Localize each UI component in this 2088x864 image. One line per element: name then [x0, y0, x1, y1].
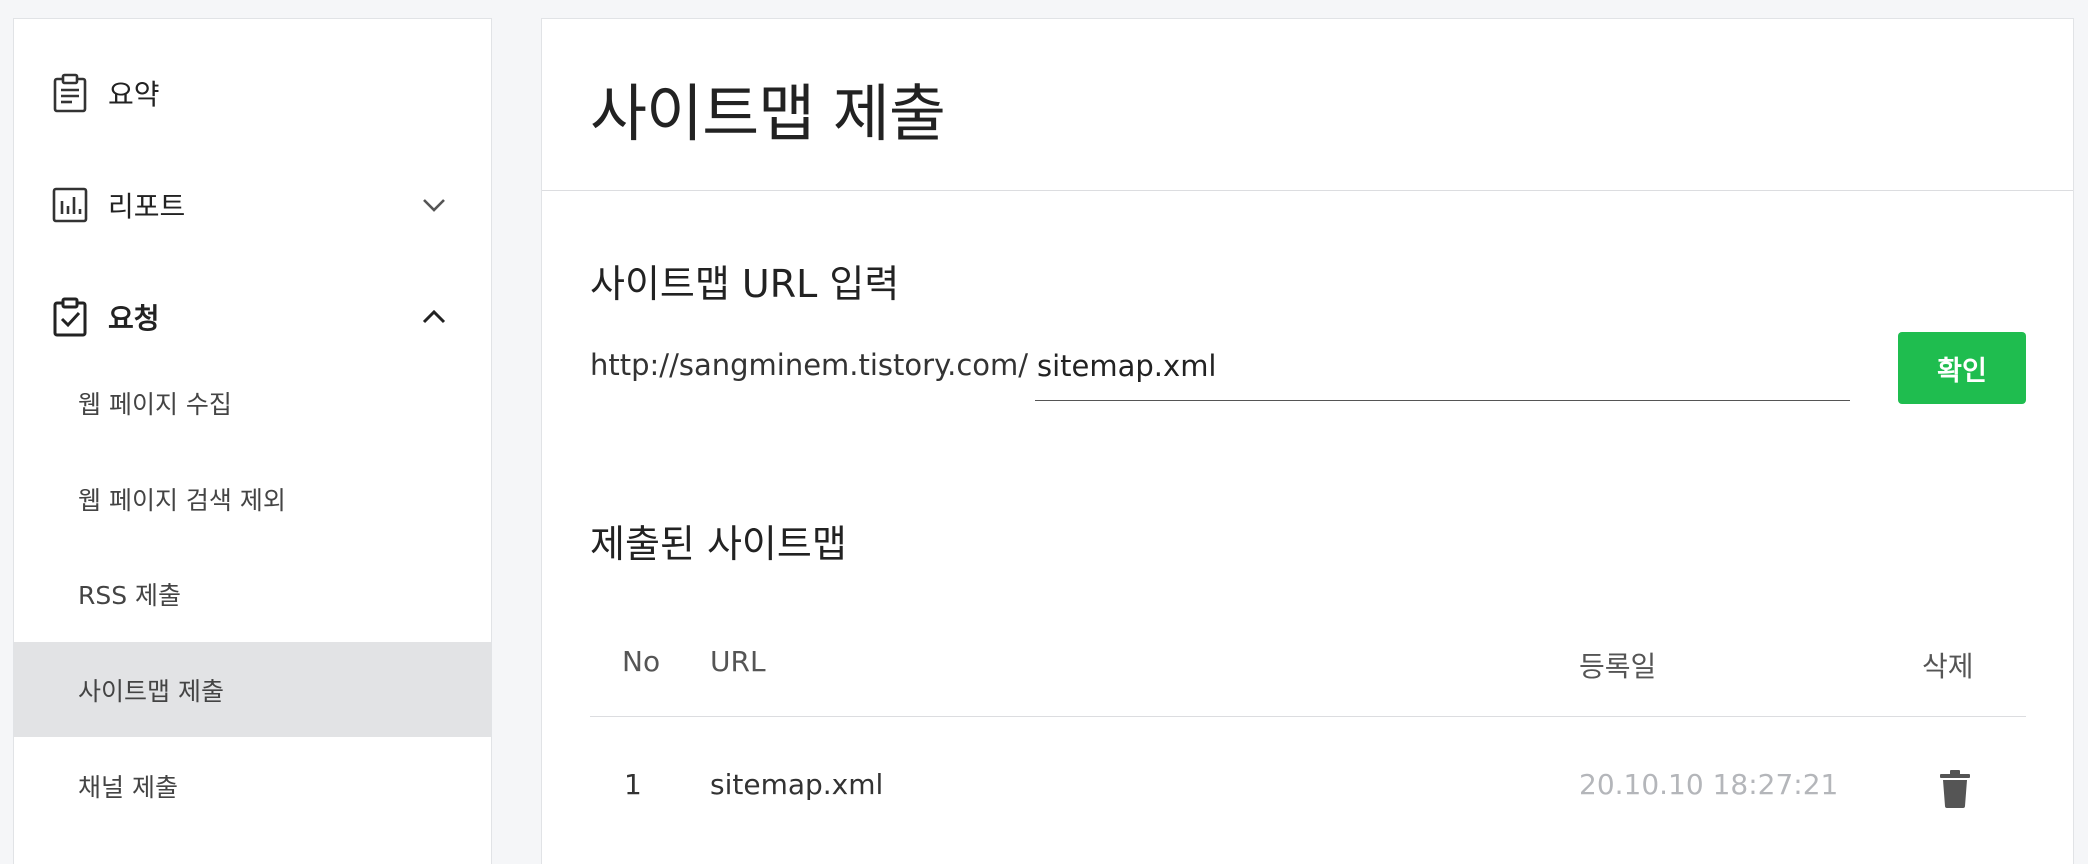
chevron-up-icon[interactable] — [419, 302, 449, 332]
main-panel: 사이트맵 제출 사이트맵 URL 입력 http://sangminem.tis… — [541, 18, 2074, 864]
trash-icon[interactable] — [1935, 767, 1975, 811]
sidebar-item-request[interactable]: 요청 — [14, 285, 491, 349]
sidebar: 요약 리포트 요청 웹 페이지 수집 웹 페이지 검색 제외 RSS 제출 사이… — [13, 18, 492, 864]
sidebar-subitem-sitemap-submit[interactable]: 사이트맵 제출 — [14, 642, 491, 737]
column-header-delete: 삭제 — [1922, 650, 1974, 683]
sidebar-subitem-rss-submit[interactable]: RSS 제출 — [14, 546, 491, 641]
section-title-submitted-sitemaps: 제출된 사이트맵 — [590, 522, 847, 566]
sidebar-subitem-web-page-exclude[interactable]: 웹 페이지 검색 제외 — [14, 451, 491, 546]
cell-no: 1 — [624, 768, 642, 801]
url-prefix: http://sangminem.tistory.com/ — [590, 348, 1029, 382]
column-header-no: No — [622, 645, 661, 678]
sidebar-item-label: 요청 — [108, 302, 160, 335]
sidebar-item-summary[interactable]: 요약 — [14, 61, 491, 125]
clipboard-list-icon — [50, 73, 90, 113]
page-title: 사이트맵 제출 — [590, 77, 946, 150]
table-row: 1 sitemap.xml 20.10.10 18:27:21 — [590, 742, 2026, 832]
clipboard-check-icon — [50, 297, 90, 337]
chevron-down-icon[interactable] — [419, 190, 449, 220]
sitemap-url-input[interactable] — [1035, 345, 1850, 401]
table-header: No URL 등록일 삭제 — [590, 627, 2026, 717]
cell-date: 20.10.10 18:27:21 — [1579, 768, 1839, 801]
column-header-url: URL — [710, 645, 766, 678]
column-header-date: 등록일 — [1579, 650, 1657, 683]
cell-url: sitemap.xml — [710, 768, 884, 801]
confirm-button[interactable]: 확인 — [1898, 332, 2026, 404]
sidebar-item-label: 요약 — [108, 78, 160, 111]
sidebar-subitem-channel-submit[interactable]: 채널 제출 — [14, 738, 491, 833]
sidebar-subitem-web-page-collect[interactable]: 웹 페이지 수집 — [14, 355, 491, 450]
divider — [542, 190, 2073, 191]
sidebar-item-report[interactable]: 리포트 — [14, 173, 491, 237]
bar-chart-icon — [50, 185, 90, 225]
section-title-sitemap-url: 사이트맵 URL 입력 — [590, 262, 900, 306]
sidebar-item-label: 리포트 — [108, 190, 186, 223]
